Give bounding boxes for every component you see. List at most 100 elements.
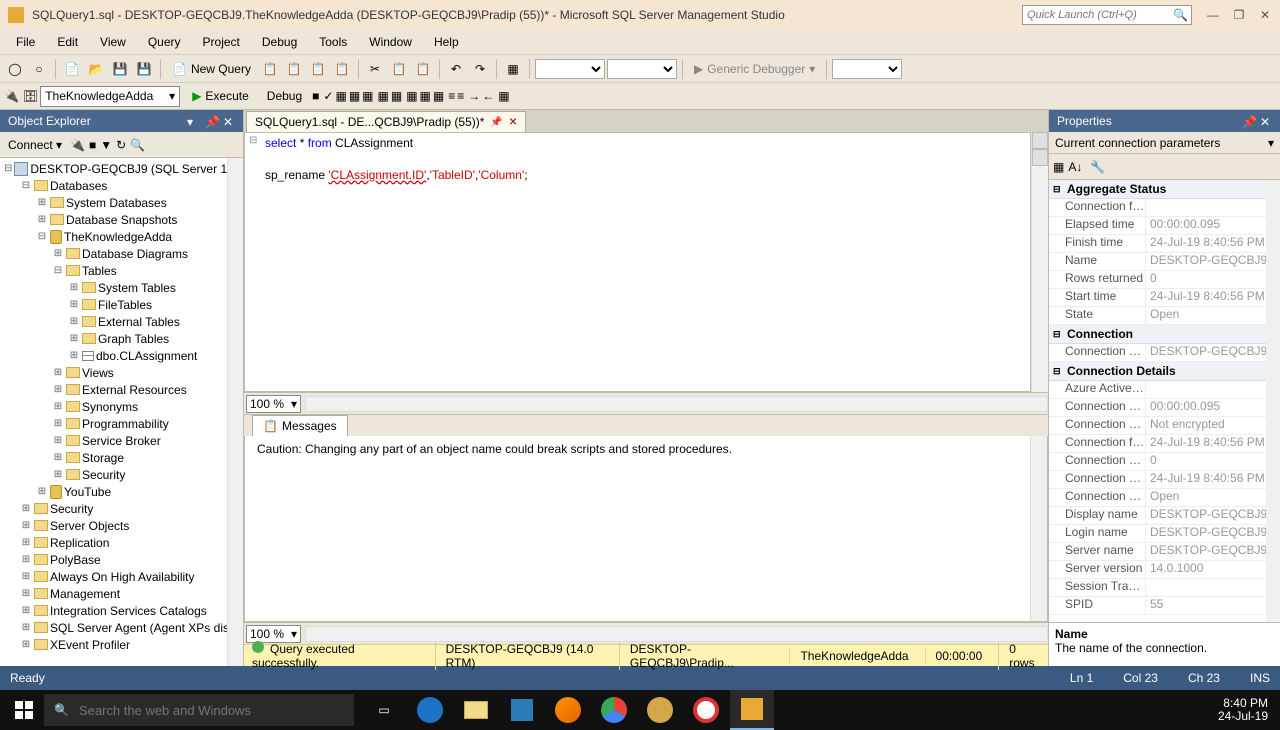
tree-external-resources[interactable]: ⊞External Resources: [0, 381, 243, 398]
tree-security[interactable]: ⊞Security: [0, 500, 243, 517]
alphabetical-button[interactable]: A↓: [1068, 160, 1082, 174]
tree-dbo-classignment[interactable]: ⊞dbo.CLAssignment: [0, 347, 243, 364]
prop-cat-connection[interactable]: ⊟Connection: [1049, 325, 1280, 344]
menu-query[interactable]: Query: [138, 32, 191, 52]
messages-hscrollbar[interactable]: [305, 626, 1048, 642]
tree-security-db[interactable]: ⊞Security: [0, 466, 243, 483]
display-plan-button[interactable]: ▦: [335, 89, 346, 103]
solution-config-combo[interactable]: [535, 59, 605, 79]
refresh-button[interactable]: ↻: [116, 138, 126, 152]
scroll-up-button[interactable]: [1032, 149, 1048, 166]
tree-xevent[interactable]: ⊞XEvent Profiler: [0, 636, 243, 653]
sql-editor[interactable]: ⊟ select * from CLAssignment sp_rename '…: [244, 132, 1031, 392]
dropdown-icon[interactable]: ▾: [187, 115, 199, 127]
editor-zoom-combo[interactable]: 100 %▾: [246, 395, 301, 413]
tree-file-tables[interactable]: ⊞FileTables: [0, 296, 243, 313]
editor-vscrollbar[interactable]: [1031, 132, 1048, 392]
tree-replication[interactable]: ⊞Replication: [0, 534, 243, 551]
properties-grid[interactable]: ⊟Aggregate Status Connection failure Ela…: [1049, 180, 1280, 622]
tree-management[interactable]: ⊞Management: [0, 585, 243, 602]
tree-sql-agent[interactable]: ⊞SQL Server Agent (Agent XPs dis: [0, 619, 243, 636]
close-panel-icon[interactable]: ✕: [1260, 115, 1272, 127]
db-query-button[interactable]: 📋: [259, 58, 281, 80]
taskbar-clock[interactable]: 8:40 PM 24-Jul-19: [1218, 697, 1268, 723]
tree-scrollbar[interactable]: [227, 158, 243, 666]
database-combo[interactable]: TheKnowledgeAdda▾: [40, 86, 180, 107]
tree-always-on[interactable]: ⊞Always On High Availability: [0, 568, 243, 585]
tree-tables[interactable]: ⊟Tables: [0, 262, 243, 279]
mdx-query-button[interactable]: 📋: [307, 58, 329, 80]
pin-icon[interactable]: 📌: [1242, 115, 1254, 127]
firefox-button[interactable]: [546, 690, 590, 730]
results-text-button[interactable]: ▦: [420, 89, 431, 103]
execute-button[interactable]: ▶Execute: [184, 86, 257, 106]
forward-button[interactable]: ○: [28, 58, 50, 80]
properties-button[interactable]: ▦: [502, 58, 524, 80]
cut-button[interactable]: ✂: [364, 58, 386, 80]
tree-integration-services[interactable]: ⊞Integration Services Catalogs: [0, 602, 243, 619]
tree-system-databases[interactable]: ⊞System Databases: [0, 194, 243, 211]
taskbar-search[interactable]: 🔍: [44, 694, 354, 726]
tree-programmability[interactable]: ⊞Programmability: [0, 415, 243, 432]
tree-youtube[interactable]: ⊞YouTube: [0, 483, 243, 500]
tree-database-snapshots[interactable]: ⊞Database Snapshots: [0, 211, 243, 228]
quick-launch-input[interactable]: [1027, 9, 1173, 21]
menu-view[interactable]: View: [90, 32, 136, 52]
split-button[interactable]: [1032, 132, 1048, 149]
tree-server-objects[interactable]: ⊞Server Objects: [0, 517, 243, 534]
properties-scrollbar[interactable]: [1266, 180, 1280, 622]
prop-cat-aggregate[interactable]: ⊟Aggregate Status: [1049, 180, 1280, 199]
edge-button[interactable]: [408, 690, 452, 730]
messages-body[interactable]: Caution: Changing any part of an object …: [244, 436, 1048, 622]
menu-window[interactable]: Window: [359, 32, 422, 52]
outdent-button[interactable]: ←: [482, 89, 494, 103]
copy-button[interactable]: 📋: [388, 58, 410, 80]
new-query-button[interactable]: 📄New Query: [166, 59, 257, 79]
categorized-button[interactable]: ▦: [1053, 160, 1064, 174]
save-button[interactable]: 💾: [109, 58, 131, 80]
connect-button[interactable]: Connect ▾: [4, 136, 66, 154]
menu-project[interactable]: Project: [193, 32, 250, 52]
save-all-button[interactable]: 💾: [133, 58, 155, 80]
redo-button[interactable]: ↷: [469, 58, 491, 80]
document-tab[interactable]: SQLQuery1.sql - DE...QCBJ9\Pradip (55))*…: [246, 111, 526, 132]
menu-file[interactable]: File: [6, 32, 45, 52]
menu-help[interactable]: Help: [424, 32, 469, 52]
specify-values-button[interactable]: ▦: [498, 89, 509, 103]
close-button[interactable]: ✕: [1258, 8, 1272, 22]
debugger-combo[interactable]: ▶Generic Debugger▾: [688, 59, 821, 79]
uncomment-button[interactable]: ≡: [457, 89, 464, 103]
process-combo[interactable]: [832, 59, 902, 79]
tree-system-tables[interactable]: ⊞System Tables: [0, 279, 243, 296]
open-button[interactable]: 📂: [85, 58, 107, 80]
messages-scrollbar[interactable]: [1030, 436, 1047, 621]
stop-button[interactable]: ■: [312, 89, 319, 103]
parse-button[interactable]: ✓: [323, 89, 333, 103]
ssms-button[interactable]: [730, 690, 774, 730]
include-plan-button[interactable]: ▦: [378, 89, 389, 103]
tree-synonyms[interactable]: ⊞Synonyms: [0, 398, 243, 415]
store-button[interactable]: [500, 690, 544, 730]
as-query-button[interactable]: 📋: [283, 58, 305, 80]
chrome-button[interactable]: [592, 690, 636, 730]
app-button[interactable]: [638, 690, 682, 730]
editor-hscrollbar[interactable]: [305, 396, 1048, 412]
query-options-button[interactable]: ▦: [349, 89, 360, 103]
tree-polybase[interactable]: ⊞PolyBase: [0, 551, 243, 568]
system-tray[interactable]: 8:40 PM 24-Jul-19: [1218, 697, 1276, 723]
tree-graph-tables[interactable]: ⊞Graph Tables: [0, 330, 243, 347]
undo-button[interactable]: ↶: [445, 58, 467, 80]
stop-button[interactable]: ■: [89, 138, 96, 152]
taskbar-search-input[interactable]: [79, 703, 344, 718]
menu-edit[interactable]: Edit: [47, 32, 88, 52]
available-db-button[interactable]: 🗄: [23, 89, 38, 103]
properties-subtitle[interactable]: Current connection parameters▾: [1049, 132, 1280, 154]
solution-platform-combo[interactable]: [607, 59, 677, 79]
indent-button[interactable]: →: [468, 89, 480, 103]
debug-button[interactable]: Debug: [259, 86, 310, 106]
messages-zoom-combo[interactable]: 100 %▾: [246, 625, 301, 643]
results-file-button[interactable]: ▦: [433, 89, 444, 103]
quick-launch[interactable]: 🔍: [1022, 5, 1192, 25]
pin-icon[interactable]: 📌: [490, 117, 502, 128]
maximize-button[interactable]: ❐: [1232, 8, 1246, 22]
